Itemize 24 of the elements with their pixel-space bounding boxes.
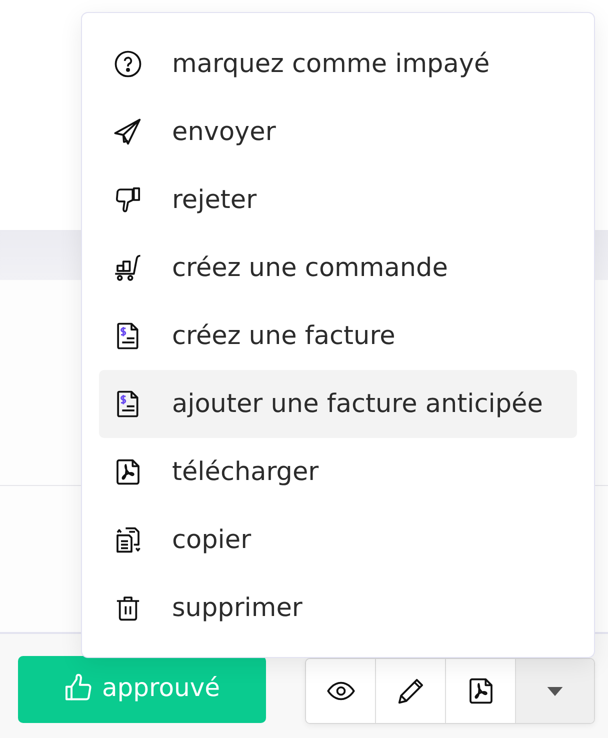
paper-plane-icon	[114, 118, 142, 146]
question-circle-icon	[114, 50, 142, 78]
caret-icon	[547, 686, 563, 696]
trash-icon	[114, 594, 142, 622]
menu-item[interactable]: créez une commande	[99, 234, 577, 302]
file-icon	[466, 677, 494, 705]
edit-button[interactable]	[376, 659, 446, 723]
menu-item[interactable]: supprimer	[99, 574, 577, 642]
menu-item[interactable]: envoyer	[99, 98, 577, 166]
menu-item[interactable]: ajouter une facture anticipée	[99, 370, 577, 438]
menu-item[interactable]: rejeter	[99, 166, 577, 234]
menu-item[interactable]: créez une facture	[99, 302, 577, 370]
download-button[interactable]	[446, 659, 516, 723]
pencil-icon	[396, 677, 424, 705]
more-actions-toggle[interactable]	[516, 659, 594, 723]
thumbs-up-icon	[64, 672, 94, 702]
copy-icon	[114, 526, 142, 554]
thumbs-down-icon	[114, 186, 142, 214]
menu-item[interactable]: télécharger	[99, 438, 577, 506]
cart-icon	[114, 254, 142, 282]
file-icon	[114, 458, 142, 486]
menu-item[interactable]: copier	[99, 506, 577, 574]
menu-item[interactable]: marquez comme impayé	[99, 30, 577, 98]
view-button[interactable]	[306, 659, 376, 723]
